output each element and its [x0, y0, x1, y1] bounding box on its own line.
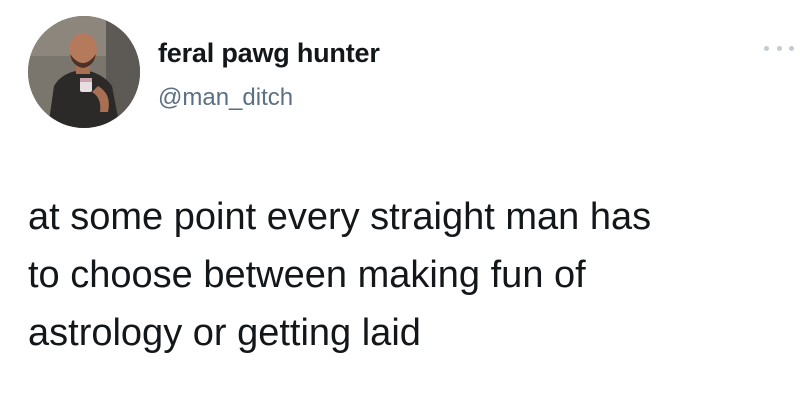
user-handle[interactable]: @man_ditch	[158, 84, 293, 112]
avatar[interactable]	[28, 16, 140, 128]
more-dots-icon	[764, 45, 769, 51]
more-dots-icon	[776, 45, 782, 51]
tweet-text-line: at some point every straight man has	[28, 196, 652, 238]
tweet-text: at some point every straight man has to …	[28, 188, 788, 362]
tweet-text-line: astrology or getting laid	[28, 312, 421, 354]
tweet-text-line: to choose between making fun of	[28, 254, 586, 296]
profile-photo-icon	[28, 16, 140, 128]
more-options-button[interactable]	[764, 40, 794, 56]
display-name[interactable]: feral pawg hunter	[158, 38, 380, 69]
tweet-card: feral pawg hunter @man_ditch at some poi…	[0, 0, 800, 406]
more-dots-icon	[789, 45, 794, 51]
